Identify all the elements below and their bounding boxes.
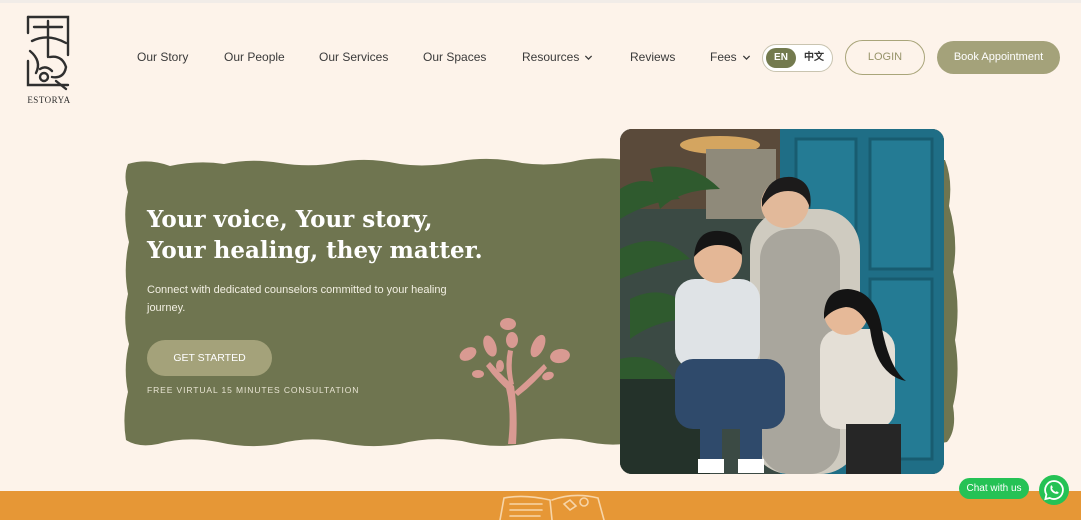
chevron-down-icon bbox=[742, 54, 750, 60]
nav-our-story[interactable]: Our Story bbox=[137, 50, 188, 64]
language-option-zh[interactable]: 中文 bbox=[799, 48, 829, 68]
get-started-button[interactable]: GET STARTED bbox=[147, 340, 272, 376]
nav-resources[interactable]: Resources bbox=[522, 50, 593, 64]
nav-fees[interactable]: Fees bbox=[710, 50, 751, 64]
hero-heading-line-2: Your healing, they matter. bbox=[147, 237, 483, 264]
site-header: ESTORYA Our Story Our People Our Service… bbox=[0, 3, 1081, 113]
chat-with-us-button[interactable]: Chat with us bbox=[959, 478, 1029, 499]
consultation-note: FREE VIRTUAL 15 MINUTES CONSULTATION bbox=[147, 385, 360, 395]
brand-logo[interactable]: ESTORYA bbox=[22, 11, 76, 107]
whatsapp-button[interactable] bbox=[1038, 474, 1070, 506]
tree-illustration-icon bbox=[459, 318, 570, 444]
logo-mark-icon bbox=[26, 15, 70, 91]
nav-our-services[interactable]: Our Services bbox=[319, 50, 388, 64]
chevron-down-icon bbox=[585, 54, 593, 60]
nav-reviews[interactable]: Reviews bbox=[630, 50, 675, 64]
nav-our-people[interactable]: Our People bbox=[224, 50, 285, 64]
hero-heading: Your voice, Your story, Your healing, th… bbox=[147, 204, 567, 266]
hero-family-photo bbox=[620, 129, 944, 474]
language-option-en[interactable]: EN bbox=[766, 48, 796, 68]
book-doodle-icon bbox=[499, 494, 605, 520]
hero-subtitle: Connect with dedicated counselors commit… bbox=[147, 284, 447, 314]
nav-our-spaces[interactable]: Our Spaces bbox=[423, 50, 486, 64]
login-button[interactable]: LOGIN bbox=[845, 40, 925, 75]
brand-wordmark: ESTORYA bbox=[27, 95, 71, 105]
family-photo-image bbox=[620, 129, 944, 474]
hero-heading-line-1: Your voice, Your story, bbox=[147, 206, 433, 233]
nav-fees-label: Fees bbox=[710, 50, 737, 64]
whatsapp-icon bbox=[1039, 475, 1069, 505]
book-appointment-button[interactable]: Book Appointment bbox=[937, 41, 1060, 74]
language-switcher: EN 中文 bbox=[762, 44, 833, 72]
nav-resources-label: Resources bbox=[522, 50, 580, 64]
